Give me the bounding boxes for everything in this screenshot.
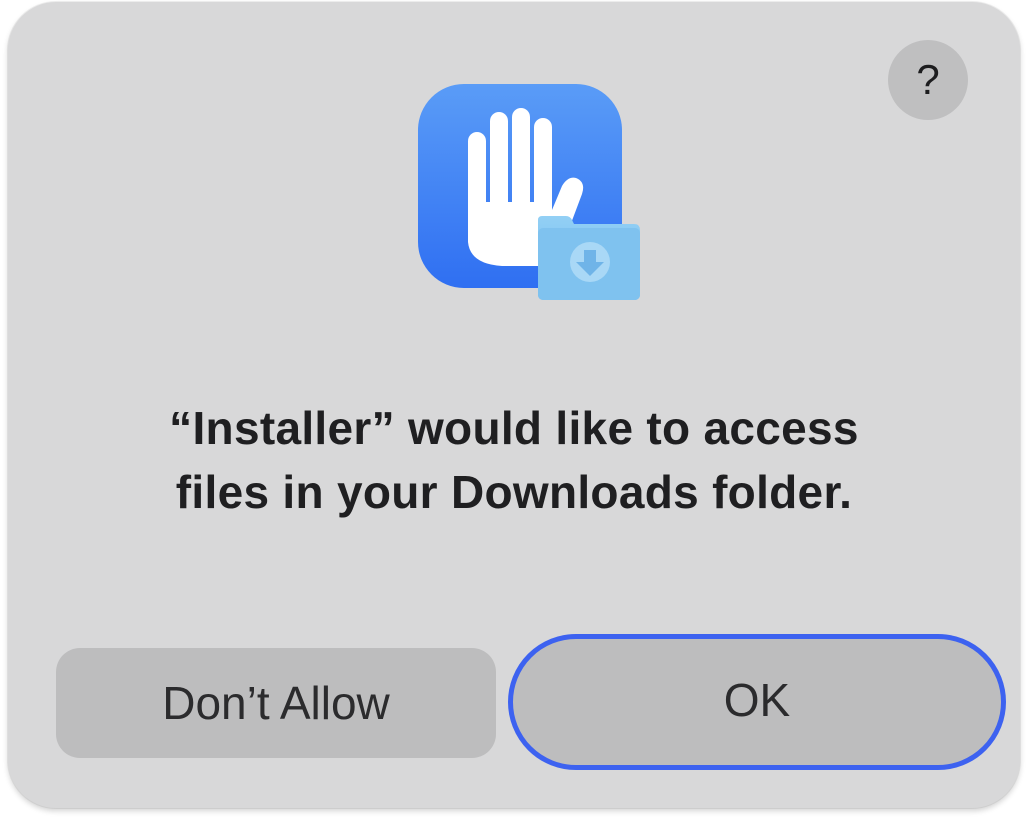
- message-line-1: “Installer” would like to access: [169, 402, 859, 454]
- dont-allow-button[interactable]: Don’t Allow: [56, 648, 496, 758]
- permission-dialog: ? “Installer” would like to access files…: [8, 2, 1020, 808]
- message-line-2: files in your Downloads folder.: [175, 466, 853, 518]
- ok-button[interactable]: OK: [508, 634, 1006, 770]
- permission-message: “Installer” would like to access files i…: [68, 396, 960, 524]
- privacy-hand-downloads-folder-icon: [406, 82, 642, 302]
- help-icon: ?: [916, 56, 940, 103]
- help-button[interactable]: ?: [888, 40, 968, 120]
